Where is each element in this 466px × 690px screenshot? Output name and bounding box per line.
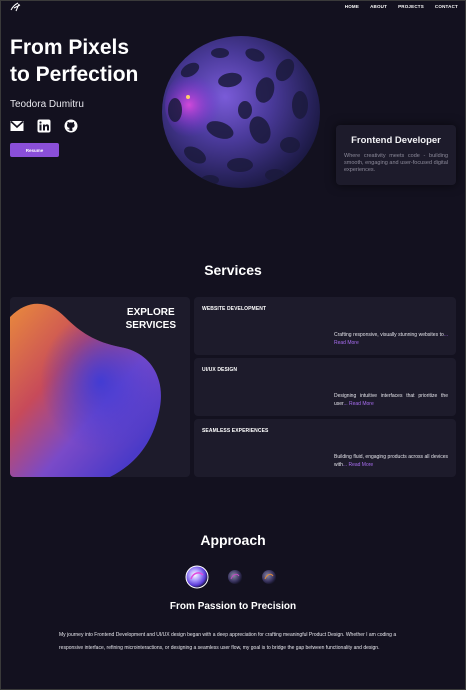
service-card-text: Crafting responsive, visually stunning w… (334, 331, 448, 347)
service-card-website-development[interactable]: WEBSITE DEVELOPMENT Crafting responsive,… (194, 297, 456, 355)
read-more-link[interactable]: ... Read More (343, 462, 373, 468)
explore-label-line-2: SERVICES (125, 320, 176, 331)
nav-link-home[interactable]: HOME (345, 4, 359, 9)
top-nav: HOME ABOUT PROJECTS CONTACT (0, 0, 466, 14)
nav-links: HOME ABOUT PROJECTS CONTACT (345, 4, 458, 9)
role-card-title: Frontend Developer (351, 135, 441, 146)
services-title: Services (204, 262, 262, 278)
approach-subtitle: From Passion to Precision (169, 601, 297, 612)
carousel-dot[interactable] (261, 569, 277, 585)
explore-label-line-1: EXPLORE (126, 307, 175, 318)
read-more-link[interactable]: ... Read More (343, 401, 373, 407)
approach-carousel-dots (185, 565, 277, 589)
github-icon[interactable] (64, 119, 78, 133)
approach-title: Approach (200, 532, 266, 548)
hero-title-line-2: to Perfection (10, 63, 139, 86)
service-card-text: Building fluid, engaging products across… (334, 453, 448, 469)
hero-name: Teodora Dumitru (10, 99, 84, 110)
nav-link-about[interactable]: ABOUT (370, 4, 387, 9)
service-card-text: Designing intuitive interfaces that prio… (334, 392, 448, 408)
signature-logo-icon[interactable] (10, 2, 22, 12)
role-card: Frontend Developer Where creativity meet… (336, 125, 456, 185)
resume-button[interactable]: Resume (10, 143, 59, 157)
service-card-title: WEBSITE DEVELOPMENT (202, 306, 267, 312)
nav-link-projects[interactable]: PROJECTS (398, 4, 424, 9)
mail-icon[interactable] (10, 119, 24, 133)
social-links (10, 119, 78, 133)
hero-sphere-graphic (162, 36, 320, 188)
explore-services-label: EXPLORE SERVICES (126, 306, 176, 332)
hero-title: From Pixels to Perfection (10, 34, 180, 88)
role-card-description: Where creativity meets code - building s… (344, 153, 448, 173)
explore-services-card[interactable]: EXPLORE SERVICES (10, 297, 190, 477)
carousel-dot-active[interactable] (185, 565, 209, 589)
service-card-body: Crafting responsive, visually stunning w… (334, 332, 444, 338)
service-card-ui-ux-design[interactable]: UI/UX DESIGN Designing intuitive interfa… (194, 358, 456, 416)
linkedin-icon[interactable] (37, 119, 51, 133)
carousel-dot[interactable] (227, 569, 243, 585)
service-card-title: SEAMLESS EXPERIENCES (202, 428, 269, 434)
approach-body: My journey into Frontend Development and… (59, 632, 397, 651)
service-card-seamless-experiences[interactable]: SEAMLESS EXPERIENCES Building fluid, eng… (194, 419, 456, 477)
hero-title-line-1: From Pixels (10, 36, 130, 59)
nav-link-contact[interactable]: CONTACT (435, 4, 458, 9)
service-card-title: UI/UX DESIGN (202, 367, 238, 373)
